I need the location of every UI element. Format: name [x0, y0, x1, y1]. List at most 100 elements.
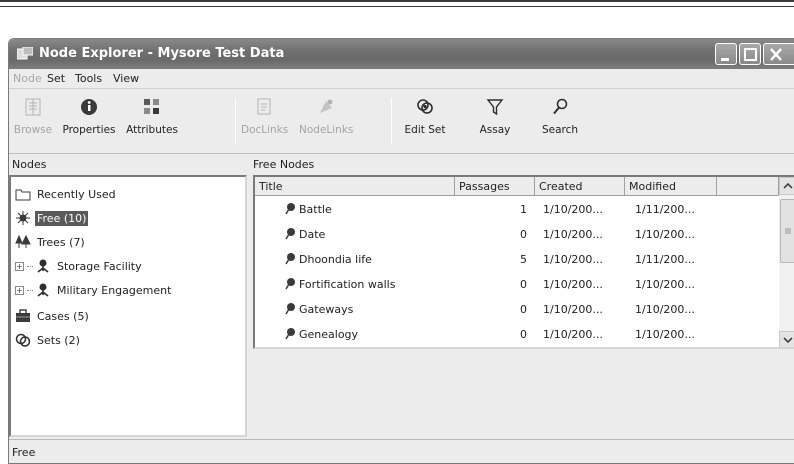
- cell-modified: 1/10/200...: [635, 303, 695, 316]
- minimize-icon: [721, 58, 729, 61]
- toolbar: Browse Properties Attributes DocLinks No…: [9, 90, 794, 154]
- sets-icon: [15, 333, 31, 347]
- cell-title: Date: [299, 228, 326, 241]
- cell-title: Gateways: [299, 303, 354, 316]
- table-row[interactable]: Gateways 0 1/10/200... 1/10/200...: [255, 297, 779, 322]
- folder-icon: [15, 189, 31, 201]
- minimize-button[interactable]: [715, 43, 737, 65]
- cell-created: 1/10/200...: [543, 278, 603, 291]
- menu-set[interactable]: Set: [47, 72, 65, 85]
- expand-toggle[interactable]: +: [15, 285, 24, 295]
- cell-created: 1/10/200...: [543, 303, 603, 316]
- page-top-rule-thin: [0, 6, 794, 7]
- briefcase-icon: [16, 309, 30, 322]
- chevron-down-icon: [783, 337, 793, 344]
- node-icon: [285, 328, 295, 340]
- menu-node[interactable]: Node: [13, 72, 42, 85]
- trees-icon: [15, 235, 31, 248]
- cell-modified: 1/11/200...: [635, 253, 695, 266]
- nodes-tree[interactable]: Recently Used Free (10) Trees (7) + Stor…: [9, 175, 247, 437]
- cell-modified: 1/10/200...: [635, 228, 695, 241]
- table-row[interactable]: Genealogy 0 1/10/200... 1/10/200...: [255, 322, 779, 347]
- tree-item-recently-used[interactable]: Recently Used: [15, 187, 118, 205]
- funnel-icon: [486, 99, 504, 116]
- column-header-title[interactable]: Title: [255, 177, 455, 196]
- free-nodes-pane-header: Free Nodes: [253, 158, 315, 171]
- maximize-button[interactable]: [739, 43, 761, 65]
- node-icon: [285, 278, 295, 290]
- tree-node-icon: [37, 259, 49, 273]
- table-row[interactable]: Battle 1 1/10/200... 1/11/200...: [255, 197, 779, 222]
- scroll-thumb[interactable]: [780, 199, 794, 263]
- attributes-label: Attributes: [126, 124, 178, 136]
- nodelinks-button[interactable]: NodeLinks: [299, 96, 353, 136]
- tree-connector: [27, 265, 33, 267]
- maximize-icon: [744, 48, 757, 61]
- cell-modified: 1/10/200...: [635, 278, 695, 291]
- free-nodes-list[interactable]: Title Passages Created Modified Battle 1…: [253, 175, 794, 349]
- menu-view[interactable]: View: [113, 72, 139, 85]
- edit-set-button[interactable]: Edit Set: [401, 96, 449, 136]
- app-icon: [17, 47, 33, 60]
- grip-icon: [785, 228, 791, 234]
- title-bar[interactable]: Node Explorer - Mysore Test Data: [9, 39, 794, 69]
- cell-passages: 0: [520, 303, 527, 316]
- close-button[interactable]: [763, 43, 794, 65]
- tree-item-storage-facility[interactable]: + Storage Facility: [15, 259, 144, 277]
- tree-item-label: Trees (7): [37, 235, 85, 249]
- node-icon: [285, 228, 295, 240]
- pane-splitter[interactable]: [247, 155, 251, 439]
- assay-label: Assay: [479, 124, 511, 136]
- node-explorer-window: Node Explorer - Mysore Test Data Node Se…: [8, 38, 794, 464]
- tree-item-label: Military Engagement: [57, 283, 172, 297]
- table-row[interactable]: Fortification walls 0 1/10/200... 1/10/2…: [255, 272, 779, 297]
- search-button[interactable]: Search: [537, 96, 583, 136]
- column-header-created[interactable]: Created: [535, 177, 625, 196]
- column-header-modified[interactable]: Modified: [625, 177, 717, 196]
- cell-created: 1/10/200...: [543, 328, 603, 341]
- attributes-button[interactable]: Attributes: [123, 96, 181, 136]
- tree-item-label: Storage Facility: [57, 259, 142, 273]
- cell-created: 1/10/200...: [543, 203, 603, 216]
- free-node-icon: [16, 211, 30, 225]
- cell-title: Fortification walls: [299, 278, 396, 291]
- status-text: Free: [12, 446, 36, 459]
- table-row[interactable]: Dhoondia life 5 1/10/200... 1/11/200...: [255, 247, 779, 272]
- tree-item-free[interactable]: Free (10): [15, 210, 89, 229]
- close-icon: [770, 48, 782, 61]
- node-icon: [285, 253, 295, 265]
- tree-item-sets[interactable]: Sets (2): [15, 333, 82, 351]
- table-row[interactable]: Date 0 1/10/200... 1/10/200...: [255, 222, 779, 247]
- column-header-passages[interactable]: Passages: [455, 177, 535, 196]
- tree-item-label: Recently Used: [37, 187, 116, 201]
- attributes-icon: [144, 99, 159, 114]
- tree-item-military-engagement[interactable]: + Military Engagement: [15, 283, 173, 301]
- column-header-filler: [717, 177, 779, 196]
- scroll-down-button[interactable]: [779, 331, 794, 347]
- menu-tools[interactable]: Tools: [75, 72, 102, 85]
- tree-item-label: Free (10): [35, 210, 89, 226]
- tree-item-cases[interactable]: Cases (5): [15, 309, 91, 327]
- vertical-scrollbar[interactable]: [779, 177, 794, 347]
- expand-toggle[interactable]: +: [15, 261, 24, 271]
- browse-label: Browse: [13, 124, 53, 136]
- cell-passages: 0: [520, 278, 527, 291]
- cell-modified: 1/11/200...: [635, 203, 695, 216]
- menu-bar: Node Set Tools View: [9, 69, 794, 89]
- edit-set-icon: [417, 99, 433, 114]
- properties-button[interactable]: Properties: [59, 96, 119, 136]
- browse-icon: [25, 98, 41, 116]
- tree-item-trees[interactable]: Trees (7): [15, 235, 87, 253]
- node-icon: [285, 303, 295, 315]
- cell-title: Battle: [299, 203, 332, 216]
- doclinks-label: DocLinks: [241, 124, 289, 136]
- nodes-pane-header: Nodes: [12, 158, 47, 171]
- doclinks-button[interactable]: DocLinks: [241, 96, 289, 136]
- search-label: Search: [541, 124, 579, 136]
- node-icon: [285, 203, 295, 215]
- assay-button[interactable]: Assay: [475, 96, 515, 136]
- browse-button[interactable]: Browse: [13, 96, 53, 136]
- scroll-up-button[interactable]: [779, 177, 794, 195]
- tree-node-icon: [37, 283, 49, 297]
- tree-item-label: Sets (2): [37, 333, 80, 347]
